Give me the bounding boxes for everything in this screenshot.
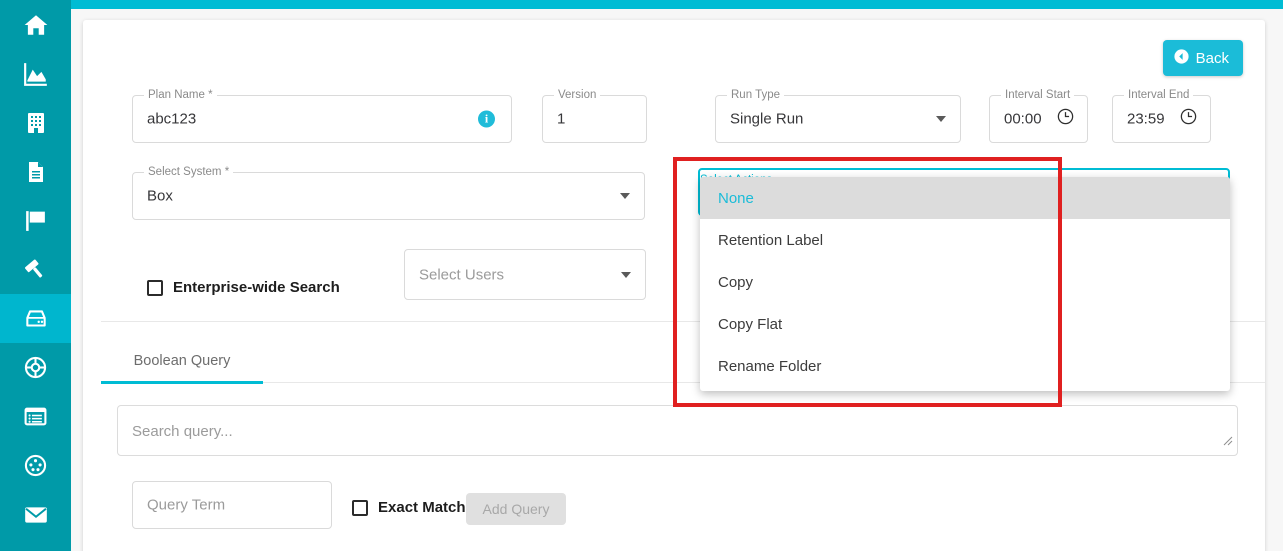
- chevron-down-icon[interactable]: [620, 193, 630, 199]
- sidebar-item-flags[interactable]: [0, 196, 71, 245]
- lifebuoy-icon: [23, 355, 48, 380]
- select-system-label: Select System *: [144, 166, 234, 179]
- top-accent-bar: [71, 0, 1283, 9]
- interval-end-value: 23:59: [1127, 110, 1165, 128]
- dropdown-option-retention-label[interactable]: Retention Label: [700, 219, 1230, 261]
- sidebar-item-documents[interactable]: [0, 147, 71, 196]
- connector-circle-icon: [23, 453, 48, 478]
- server-drive-icon: [23, 306, 49, 332]
- dropdown-option-label: Rename Folder: [718, 357, 822, 375]
- version-label: Version: [554, 89, 601, 102]
- checkbox-box-icon[interactable]: [147, 279, 163, 296]
- enterprise-search-checkbox[interactable]: Enterprise-wide Search: [147, 279, 340, 296]
- sidebar-item-reports[interactable]: [0, 392, 71, 441]
- chevron-down-icon[interactable]: [936, 116, 946, 122]
- list-panel-icon: [23, 404, 48, 429]
- home-icon: [23, 12, 49, 38]
- interval-end-field[interactable]: Interval End 23:59: [1112, 89, 1211, 143]
- search-query-placeholder: Search query...: [132, 423, 233, 440]
- sidebar-item-more[interactable]: [0, 539, 71, 551]
- flag-icon: [23, 208, 48, 233]
- search-query-input[interactable]: Search query...: [117, 405, 1238, 456]
- gavel-icon: [23, 257, 48, 282]
- plan-name-label: Plan Name *: [144, 89, 217, 102]
- chevron-down-icon[interactable]: [621, 271, 631, 278]
- document-icon: [24, 160, 48, 184]
- interval-start-label: Interval Start: [1001, 89, 1075, 102]
- query-term-field[interactable]: Query Term: [132, 481, 332, 529]
- sidebar-item-mail[interactable]: [0, 490, 71, 539]
- interval-start-value: 00:00: [1004, 110, 1042, 128]
- dropdown-option-rename-folder[interactable]: Rename Folder: [700, 345, 1230, 387]
- exact-match-checkbox[interactable]: Exact Match: [352, 499, 466, 516]
- resize-grip-icon[interactable]: [1222, 433, 1233, 451]
- info-circle-icon[interactable]: i: [478, 110, 495, 128]
- sidebar-item-storage[interactable]: [0, 294, 71, 343]
- dropdown-option-copy-flat[interactable]: Copy Flat: [700, 303, 1230, 345]
- select-actions-dropdown[interactable]: None Retention Label Copy Copy Flat Rena…: [700, 177, 1230, 391]
- run-type-value: Single Run: [730, 110, 804, 128]
- dropdown-option-copy[interactable]: Copy: [700, 261, 1230, 303]
- sidebar-item-analytics[interactable]: [0, 49, 71, 98]
- dropdown-option-label: Copy: [718, 273, 754, 291]
- select-system-field[interactable]: Select System * Box: [132, 166, 645, 220]
- interval-start-field[interactable]: Interval Start 00:00: [989, 89, 1088, 143]
- interval-end-label: Interval End: [1124, 89, 1194, 102]
- chart-area-icon: [23, 61, 49, 87]
- sidebar: [0, 0, 71, 551]
- plan-name-field[interactable]: Plan Name * abc123 i: [132, 89, 512, 143]
- tab-boolean-query[interactable]: Boolean Query: [101, 338, 263, 384]
- circle-arrow-left-icon: [1173, 48, 1190, 69]
- sidebar-item-organization[interactable]: [0, 98, 71, 147]
- app-root: Back Plan Name * abc123 i Version 1 Run …: [0, 0, 1283, 551]
- back-button-label: Back: [1195, 49, 1229, 67]
- run-type-label: Run Type: [727, 89, 785, 102]
- back-button[interactable]: Back: [1162, 40, 1243, 76]
- enterprise-search-label: Enterprise-wide Search: [173, 279, 340, 296]
- envelope-icon: [23, 502, 49, 528]
- select-system-value: Box: [147, 187, 173, 205]
- select-users-placeholder: Select Users: [419, 266, 505, 283]
- select-users-field[interactable]: Select Users: [404, 249, 646, 300]
- query-term-placeholder: Query Term: [147, 496, 226, 514]
- clock-icon[interactable]: [1056, 107, 1075, 131]
- dropdown-option-label: None: [718, 189, 754, 207]
- tab-boolean-query-label: Boolean Query: [133, 352, 231, 369]
- sidebar-item-support[interactable]: [0, 343, 71, 392]
- sidebar-item-legal[interactable]: [0, 245, 71, 294]
- dropdown-option-label: Retention Label: [718, 231, 824, 249]
- building-icon: [24, 111, 48, 135]
- plan-name-value: abc123: [147, 110, 197, 128]
- exact-match-label: Exact Match: [378, 499, 466, 516]
- sidebar-item-connectors[interactable]: [0, 441, 71, 490]
- run-type-field[interactable]: Run Type Single Run: [715, 89, 961, 143]
- add-query-button[interactable]: Add Query: [466, 493, 566, 525]
- dropdown-option-none[interactable]: None: [700, 177, 1230, 219]
- sidebar-item-home[interactable]: [0, 0, 71, 49]
- clock-icon[interactable]: [1179, 107, 1198, 131]
- version-value: 1: [557, 110, 566, 128]
- checkbox-box-icon[interactable]: [352, 499, 368, 516]
- dropdown-option-label: Copy Flat: [718, 315, 783, 333]
- version-field[interactable]: Version 1: [542, 89, 647, 143]
